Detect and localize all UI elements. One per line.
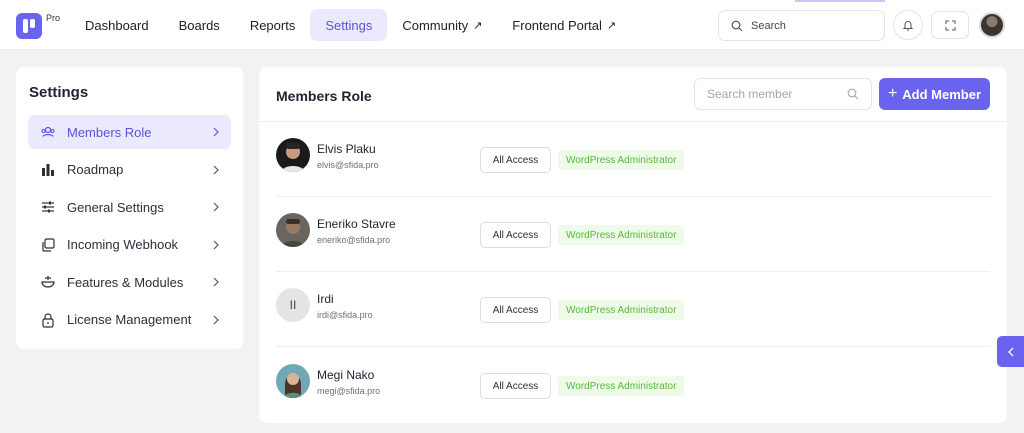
settings-title: Settings [29, 84, 89, 101]
role-badge: WordPress Administrator [558, 150, 685, 170]
sidebar-item-incoming-webhook[interactable]: Incoming Webhook [28, 228, 231, 262]
nav-boards[interactable]: Boards [164, 9, 235, 41]
plus-icon: + [887, 85, 898, 102]
sidebar-item-members-role[interactable]: Members Role [28, 115, 231, 149]
fullscreen-button[interactable] [931, 11, 969, 39]
access-button[interactable]: All Access [480, 222, 551, 248]
avatar [276, 364, 310, 398]
access-button[interactable]: All Access [480, 297, 551, 323]
chevron-left-icon [1007, 347, 1013, 356]
member-email: elvis@sfida.pro [317, 160, 379, 170]
bar-chart-icon [40, 162, 56, 178]
chevron-right-icon [213, 165, 219, 174]
sliders-icon [40, 199, 56, 215]
row-divider [276, 346, 990, 347]
nav-settings[interactable]: Settings [310, 9, 388, 41]
access-button[interactable]: All Access [480, 147, 551, 173]
role-badge: WordPress Administrator [558, 300, 685, 320]
chevron-right-icon [213, 127, 219, 137]
app-logo[interactable] [16, 13, 42, 39]
global-search-input[interactable]: Search [718, 10, 885, 41]
member-row: Elvis Plaku elvis@sfida.pro All Access W… [259, 122, 1007, 197]
settings-sidebar: Settings Members Role Roadmap General Se… [16, 67, 243, 349]
notifications-button[interactable] [893, 10, 923, 40]
member-row: Eneriko Stavre eneriko@sfida.pro All Acc… [259, 197, 1007, 272]
user-avatar[interactable] [979, 12, 1005, 38]
member-row: Megi Nako megi@sfida.pro All Access Word… [259, 348, 1007, 423]
member-email: eneriko@sfida.pro [317, 235, 391, 245]
top-navigation-bar: Pro Dashboard Boards Reports Settings Co… [0, 0, 1024, 50]
side-panel-toggle[interactable] [997, 336, 1024, 367]
bell-icon [902, 21, 914, 31]
copy-icon [40, 237, 56, 253]
member-name: Elvis Plaku [317, 142, 376, 156]
nav-frontend-portal[interactable]: Frontend Portal ↗ [497, 9, 631, 41]
search-icon [847, 88, 859, 100]
chevron-right-icon [213, 240, 219, 249]
member-email: irdi@sfida.pro [317, 310, 373, 320]
expand-icon [945, 20, 955, 30]
users-icon [40, 124, 56, 140]
avatar [276, 213, 310, 247]
bowl-icon [40, 274, 56, 290]
search-icon [731, 20, 743, 31]
member-name: Eneriko Stavre [317, 217, 396, 231]
sidebar-item-features-modules[interactable]: Features & Modules [28, 265, 231, 299]
chevron-right-icon [213, 202, 219, 212]
settings-menu: Members Role Roadmap General Settings In… [28, 115, 231, 340]
members-role-panel: Members Role Search member + Add Member … [259, 67, 1007, 423]
member-search-input[interactable]: Search member [694, 78, 872, 110]
avatar [276, 138, 310, 172]
chevron-right-icon [213, 315, 219, 324]
external-link-icon: ↗ [473, 19, 483, 32]
member-name: Megi Nako [317, 368, 375, 382]
role-badge: WordPress Administrator [558, 225, 685, 245]
access-button[interactable]: All Access [480, 373, 551, 399]
sidebar-item-roadmap[interactable]: Roadmap [28, 153, 231, 187]
member-email: megi@sfida.pro [317, 386, 381, 396]
search-placeholder: Search [751, 19, 786, 32]
lock-icon [40, 312, 56, 328]
nav-community[interactable]: Community ↗ [387, 9, 497, 41]
nav-dashboard[interactable]: Dashboard [70, 9, 164, 41]
sidebar-item-general-settings[interactable]: General Settings [28, 190, 231, 224]
member-row: II Irdi irdi@sfida.pro All Access WordPr… [259, 272, 1007, 347]
chevron-right-icon [213, 277, 219, 287]
member-search-placeholder: Search member [707, 87, 793, 101]
main-nav: Dashboard Boards Reports Settings Commun… [70, 9, 631, 41]
logo-pro-label: Pro [46, 13, 61, 23]
sidebar-item-license-management[interactable]: License Management [28, 303, 231, 337]
page-title: Members Role [276, 88, 372, 104]
external-link-icon: ↗ [606, 19, 617, 32]
top-accent-line [795, 0, 885, 2]
nav-reports[interactable]: Reports [235, 9, 311, 41]
avatar-initials: II [276, 288, 310, 322]
role-badge: WordPress Administrator [558, 376, 685, 396]
member-name: Irdi [317, 292, 334, 306]
add-member-button[interactable]: + Add Member [879, 78, 990, 110]
